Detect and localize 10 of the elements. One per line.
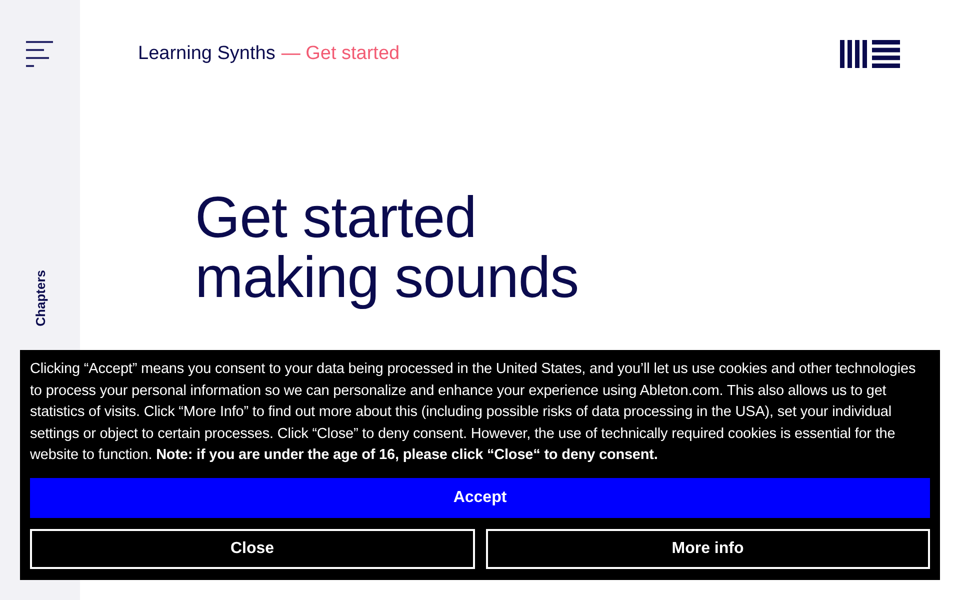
consent-button[interactable]: Close [30, 529, 474, 569]
accept-button[interactable]: Accept [30, 478, 930, 518]
consent-button[interactable]: More info [486, 529, 930, 569]
chapters-tab[interactable]: Chapters [32, 270, 48, 326]
current-page-label: — Get started [281, 43, 400, 65]
breadcrumb-link[interactable]: Learning Synths [138, 43, 276, 65]
page-heading: Get started making sounds [195, 188, 580, 308]
logo-icon[interactable] [840, 40, 900, 68]
consent-text: Clicking “Accept” means you consent to your data being processed in the United States, and you’ll let us use cookies and other technologies to process your personal information so we can personalize and enhance your experience using Ableton.com. This also allows us to get statistics of visits. Click “More Info” to find out more about this (including possible risks of data processing in the USA), set your individual settings or object to certain processes. Click “Close” to deny consent. However, the use of technically required cookies is essential for the website to function. Note: if you are under the age of 16, please click “Close“ to deny consent. [30, 360, 917, 465]
menu-icon[interactable] [26, 40, 54, 68]
